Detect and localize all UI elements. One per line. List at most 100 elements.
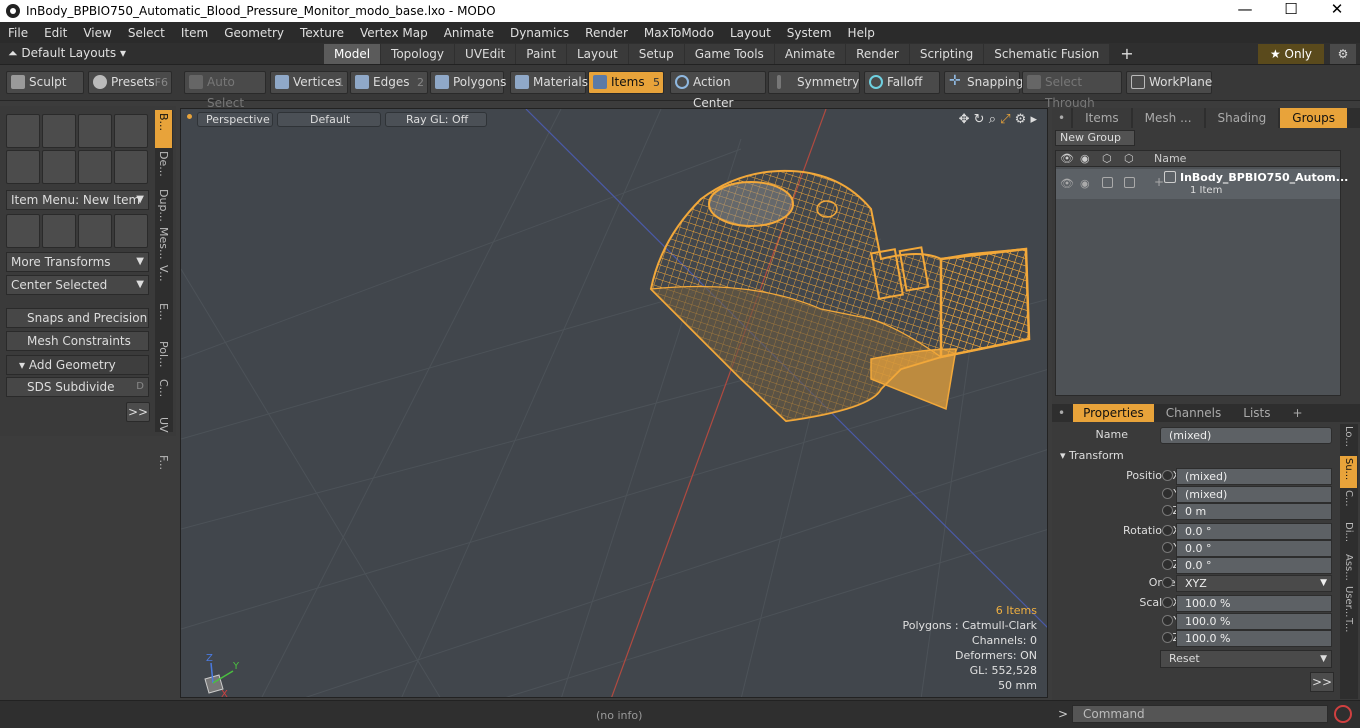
rotation-z-field[interactable]: 0.0 °	[1176, 557, 1332, 574]
menu-texture[interactable]: Texture	[292, 26, 352, 40]
rotation-x-field[interactable]: 0.0 °	[1176, 523, 1332, 540]
tab-game-tools[interactable]: Game Tools	[684, 44, 774, 64]
tab-schematic-fusion[interactable]: Schematic Fusion	[984, 44, 1110, 64]
sidetab-c[interactable]: C...	[1340, 488, 1357, 520]
menu-vertex-map[interactable]: Vertex Map	[352, 26, 436, 40]
tab-channels[interactable]: Channels	[1156, 404, 1232, 422]
vtab-curve[interactable]: C...	[155, 376, 172, 414]
capsule-icon[interactable]	[42, 150, 76, 184]
item-menu-dropdown[interactable]: Item Menu: New Item ▼	[6, 190, 149, 210]
pan-icon[interactable]: ✥	[959, 112, 970, 127]
action-center-button[interactable]: Action Center	[670, 71, 766, 110]
sidetab-ass[interactable]: Ass...	[1340, 552, 1357, 584]
render-toggle-icon[interactable]: ◉	[1080, 177, 1090, 190]
keyframe-icon[interactable]	[1162, 542, 1173, 553]
select-checkbox[interactable]	[1124, 177, 1135, 188]
cone-icon[interactable]	[114, 114, 148, 148]
new-group-button[interactable]: New Group	[1055, 130, 1135, 146]
viewport-expand-icon[interactable]: ▸	[1030, 112, 1037, 127]
menu-dynamics[interactable]: Dynamics	[502, 26, 577, 40]
close-icon[interactable]: ✕	[1314, 0, 1360, 22]
sphere-icon[interactable]	[42, 114, 76, 148]
menu-select[interactable]: Select	[120, 26, 173, 40]
sidetab-di[interactable]: Di...	[1340, 520, 1357, 552]
materials-button[interactable]: Materials	[510, 71, 588, 94]
menu-edit[interactable]: Edit	[36, 26, 75, 40]
transform-icon[interactable]	[114, 214, 148, 248]
name-field[interactable]: (mixed)	[1160, 427, 1332, 444]
group-row[interactable]: 👁 ◉ + InBody_BPBIO750_Autom... 1 Item	[1056, 169, 1348, 199]
keyframe-icon[interactable]	[1162, 470, 1173, 481]
keyframe-icon[interactable]	[1162, 559, 1173, 570]
add-tab-button[interactable]: +	[1110, 44, 1143, 64]
only-toggle[interactable]: ★ Only	[1258, 44, 1324, 64]
sidetab-su[interactable]: Su...	[1340, 456, 1357, 488]
keyframe-icon[interactable]	[1162, 615, 1173, 626]
tab-render[interactable]: Render	[846, 44, 909, 64]
tab-setup[interactable]: Setup	[628, 44, 684, 64]
lock-column-icon[interactable]: ⬡	[1102, 152, 1112, 165]
vtab-basic[interactable]: B...	[155, 110, 172, 148]
sidetab-t[interactable]: T...	[1340, 616, 1357, 648]
expand-icon[interactable]: +	[1154, 175, 1164, 189]
menu-layout[interactable]: Layout	[722, 26, 779, 40]
keyframe-icon[interactable]	[1162, 505, 1173, 516]
minimize-icon[interactable]: —	[1222, 0, 1268, 22]
orbit-icon[interactable]: ↻	[974, 112, 985, 127]
shading-style-button[interactable]: Default	[277, 112, 381, 127]
vtab-duplicate[interactable]: Dup...	[155, 186, 172, 224]
raygl-toggle[interactable]: Ray GL: Off	[385, 112, 487, 127]
keyframe-icon[interactable]	[1162, 597, 1173, 608]
cube-icon[interactable]	[6, 114, 40, 148]
menu-render[interactable]: Render	[577, 26, 636, 40]
tab-model[interactable]: Model	[324, 44, 381, 64]
scale-icon[interactable]	[78, 214, 112, 248]
wireframe-model[interactable]	[649, 169, 1031, 423]
default-layouts-dropdown[interactable]: ⏶ Default Layouts ▾	[8, 46, 126, 61]
vtab-deform[interactable]: De...	[155, 148, 172, 186]
keyframe-icon[interactable]	[1162, 488, 1173, 499]
position-z-field[interactable]: 0 m	[1176, 503, 1332, 520]
menu-animate[interactable]: Animate	[436, 26, 502, 40]
more-transforms-dropdown[interactable]: More Transforms ▼	[6, 252, 149, 272]
menu-item[interactable]: Item	[173, 26, 216, 40]
vertices-button[interactable]: Vertices 1	[270, 71, 348, 94]
view-type-button[interactable]: Perspective	[197, 112, 273, 127]
order-dropdown[interactable]: XYZ ▼	[1176, 575, 1332, 592]
symmetry-button[interactable]: Symmetry	[768, 71, 860, 94]
visibility-column-icon[interactable]: 👁	[1060, 152, 1074, 165]
polygons-button[interactable]: Polygons	[430, 71, 506, 94]
keyframe-icon[interactable]	[1162, 525, 1173, 536]
vtab-mesh[interactable]: Mes...	[155, 224, 172, 262]
position-x-field[interactable]: (mixed)	[1176, 468, 1332, 485]
name-column-header[interactable]: Name	[1154, 152, 1186, 165]
tab-properties[interactable]: Properties	[1073, 404, 1154, 422]
rotate-icon[interactable]	[42, 214, 76, 248]
select-through-button[interactable]: Select Through	[1022, 71, 1122, 110]
tab-paint[interactable]: Paint	[516, 44, 566, 64]
position-y-field[interactable]: (mixed)	[1176, 486, 1332, 503]
vtab-fusion[interactable]: F...	[155, 452, 172, 490]
menu-help[interactable]: Help	[840, 26, 883, 40]
tab-items[interactable]: Items	[1073, 108, 1131, 128]
tab-animate[interactable]: Animate	[774, 44, 846, 64]
scale-y-field[interactable]: 100.0 %	[1176, 613, 1332, 630]
transform-header[interactable]: ▾ Transform	[1052, 448, 1340, 465]
sidetab-lo[interactable]: Lo...	[1340, 424, 1357, 456]
scale-z-field[interactable]: 100.0 %	[1176, 630, 1332, 647]
sculpt-button[interactable]: Sculpt	[6, 71, 84, 94]
center-selected-dropdown[interactable]: Center Selected ▼	[6, 275, 149, 295]
add-props-tab-button[interactable]: +	[1283, 404, 1313, 422]
props-more-button[interactable]: >>	[1310, 672, 1334, 692]
sds-subdivide-button[interactable]: SDS Subdivide D	[6, 377, 149, 397]
render-column-icon[interactable]: ◉	[1080, 152, 1090, 165]
command-input[interactable]: Command	[1072, 705, 1328, 723]
edges-button[interactable]: Edges 2	[350, 71, 428, 94]
falloff-button[interactable]: Falloff	[864, 71, 940, 94]
tab-mesh[interactable]: Mesh ...	[1132, 108, 1204, 128]
cylinder-icon[interactable]	[78, 114, 112, 148]
expand-more-button[interactable]: >>	[126, 402, 150, 422]
keyframe-icon[interactable]	[1162, 632, 1173, 643]
tab-layout[interactable]: Layout	[566, 44, 628, 64]
snaps-precision-button[interactable]: Snaps and Precision	[6, 308, 149, 328]
